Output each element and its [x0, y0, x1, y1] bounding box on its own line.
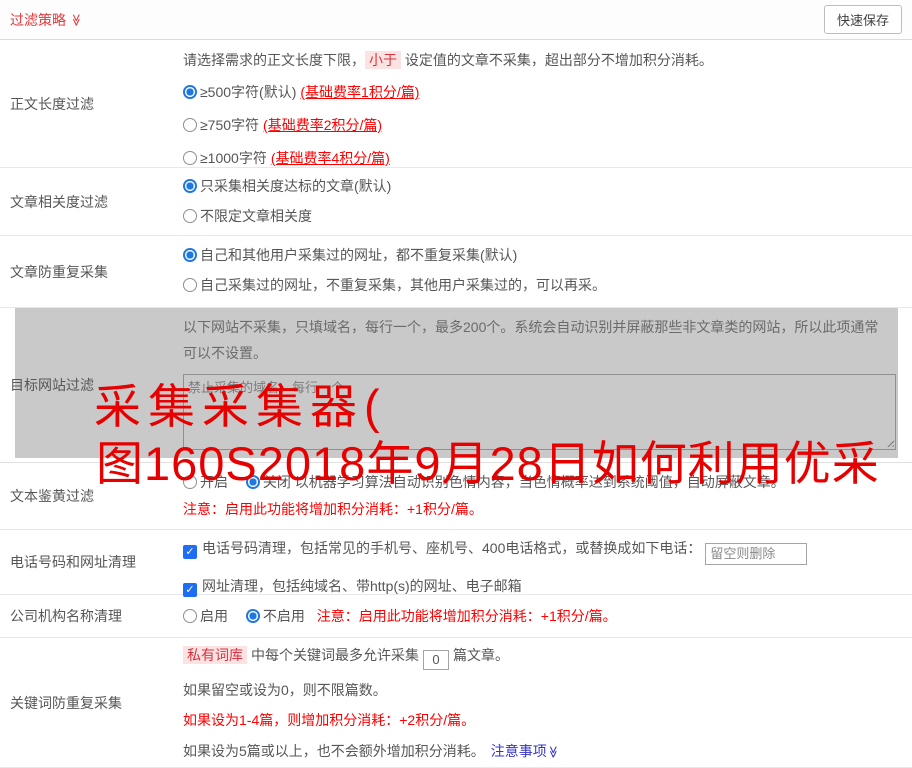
- company-clean-options: 启用 不启用 注意：启用此功能将增加积分消耗：+1积分/篇。: [183, 605, 896, 627]
- company-option-on[interactable]: 启用: [183, 608, 228, 624]
- radio-porn-off-checked[interactable]: [245, 475, 260, 489]
- section-site-filter: 目标网站过滤 以下网站不采集，只填域名，每行一个，最多200个。系统会自动识别并…: [0, 308, 912, 463]
- porn-filter-note: 注意：启用此功能将增加积分消耗：+1积分/篇。: [183, 501, 483, 517]
- radio-relevance-match-checked[interactable]: [183, 179, 197, 193]
- page-header: 过滤策略 ≫ 快速保存: [0, 0, 912, 40]
- radio-company-off-checked[interactable]: [245, 609, 260, 623]
- private-thesaurus-badge: 私有词库: [183, 646, 247, 664]
- length-option-750[interactable]: ≥750字符 (基础费率2积分/篇): [183, 115, 896, 136]
- url-clean-option: 网址清理，包括纯域名、带http(s)的网址、电子邮箱: [183, 575, 896, 597]
- radio-company-on[interactable]: [183, 609, 197, 623]
- keyword-dedup-line-4: 如果设为5篇或以上，也不会额外增加积分消耗。 注意事项≫: [183, 742, 561, 759]
- porn-filter-options: 开启 关闭 以机器学习算法自动识别色情内容，当色情概率达到系统阈值，自动屏蔽文章…: [183, 471, 896, 493]
- keyword-dedup-line-3: 如果设为1-4篇，则增加积分消耗：+2积分/篇。: [183, 711, 476, 728]
- page-title[interactable]: 过滤策略 ≫: [10, 10, 83, 30]
- max-articles-input[interactable]: [423, 649, 449, 670]
- section-length-filter: 正文长度过滤 请选择需求的正文长度下限， 小于 设定值的文章不采集，超出部分不增加…: [0, 40, 912, 168]
- length-filter-intro: 请选择需求的正文长度下限， 小于 设定值的文章不采集，超出部分不增加积分消耗。: [183, 51, 713, 69]
- radio-dedup-all-checked[interactable]: [183, 248, 197, 262]
- fee-note-1000: (基础费率4积分/篇): [270, 150, 390, 166]
- section-relevance-filter: 文章相关度过滤 只采集相关度达标的文章(默认) 不限定文章相关度: [0, 168, 912, 236]
- length-option-500[interactable]: ≥500字符(默认) (基础费率1积分/篇): [183, 82, 896, 103]
- porn-option-off[interactable]: 关闭: [245, 474, 291, 490]
- relevance-option-1[interactable]: 只采集相关度达标的文章(默认): [183, 175, 896, 197]
- company-clean-label: 公司机构名称清理: [10, 608, 122, 624]
- checkbox-phone-checked[interactable]: [183, 545, 197, 559]
- relevance-option-2[interactable]: 不限定文章相关度: [183, 205, 896, 227]
- porn-filter-label: 文本鉴黄过滤: [10, 488, 94, 504]
- less-than-highlight: 小于: [365, 51, 401, 69]
- replacement-phone-input[interactable]: [705, 542, 808, 565]
- radio-1000[interactable]: [183, 151, 197, 165]
- section-dedup-filter: 文章防重复采集 自己和其他用户采集过的网址，都不重复采集(默认) 自己采集过的网…: [0, 236, 912, 308]
- quick-save-button[interactable]: 快速保存: [823, 5, 902, 34]
- relevance-filter-label: 文章相关度过滤: [10, 193, 108, 210]
- company-clean-note: 注意：启用此功能将增加积分消耗：+1积分/篇。: [316, 608, 617, 624]
- page-title-text: 过滤策略: [10, 11, 66, 28]
- keyword-dedup-line-1: 私有词库中每个关键词最多允许采集篇文章。: [183, 644, 896, 670]
- section-keyword-dedup: 关键词防重复采集 私有词库中每个关键词最多允许采集篇文章。 如果留空或设为0，则…: [0, 638, 912, 768]
- keyword-dedup-label: 关键词防重复采集: [10, 694, 122, 711]
- dedup-option-2[interactable]: 自己采集过的网址，不重复采集，其他用户采集过的，可以再采。: [183, 274, 896, 296]
- length-filter-label: 正文长度过滤: [10, 95, 94, 112]
- dedup-option-1[interactable]: 自己和其他用户采集过的网址，都不重复采集(默认): [183, 244, 896, 266]
- fee-note-750: (基础费率2积分/篇): [263, 117, 383, 133]
- section-porn-filter: 文本鉴黄过滤 开启 关闭 以机器学习算法自动识别色情内容，当色情概率达到系统阈值…: [0, 463, 912, 530]
- radio-dedup-own[interactable]: [183, 278, 197, 292]
- radio-porn-on[interactable]: [183, 475, 197, 489]
- section-phone-clean: 电话号码和网址清理 电话号码清理，包括常见的手机号、座机号、400电话格式，或替…: [0, 530, 912, 597]
- chevron-down-icon: ≫: [69, 13, 84, 26]
- phone-clean-label: 电话号码和网址清理: [10, 554, 136, 570]
- radio-750[interactable]: [183, 118, 197, 132]
- fee-note-500: (基础费率1积分/篇): [300, 84, 420, 100]
- site-filter-label: 目标网站过滤: [10, 377, 94, 393]
- keyword-dedup-line-2: 如果留空或设为0，则不限篇数。: [183, 681, 387, 698]
- phone-clean-option: 电话号码清理，包括常见的手机号、座机号、400电话格式，或替换成如下电话：: [183, 537, 896, 565]
- porn-option-on[interactable]: 开启: [183, 474, 228, 490]
- blocked-domains-textarea[interactable]: [183, 374, 896, 450]
- porn-filter-description: 以机器学习算法自动识别色情内容，当色情概率达到系统阈值，自动屏蔽文章。: [294, 474, 785, 490]
- radio-500-checked[interactable]: [183, 85, 197, 99]
- radio-relevance-any[interactable]: [183, 209, 197, 223]
- notes-link[interactable]: 注意事项: [491, 743, 547, 759]
- section-company-clean: 公司机构名称清理 启用 不启用 注意：启用此功能将增加积分消耗：+1积分/篇。: [0, 595, 912, 638]
- company-option-off[interactable]: 不启用: [245, 608, 305, 624]
- chevron-down-icon: ≫: [546, 745, 561, 758]
- dedup-filter-label: 文章防重复采集: [10, 263, 108, 280]
- site-filter-description: 以下网站不采集，只填域名，每行一个，最多200个。系统会自动识别并屏蔽那些非文章…: [183, 319, 879, 361]
- length-option-1000[interactable]: ≥1000字符 (基础费率4积分/篇): [183, 148, 896, 169]
